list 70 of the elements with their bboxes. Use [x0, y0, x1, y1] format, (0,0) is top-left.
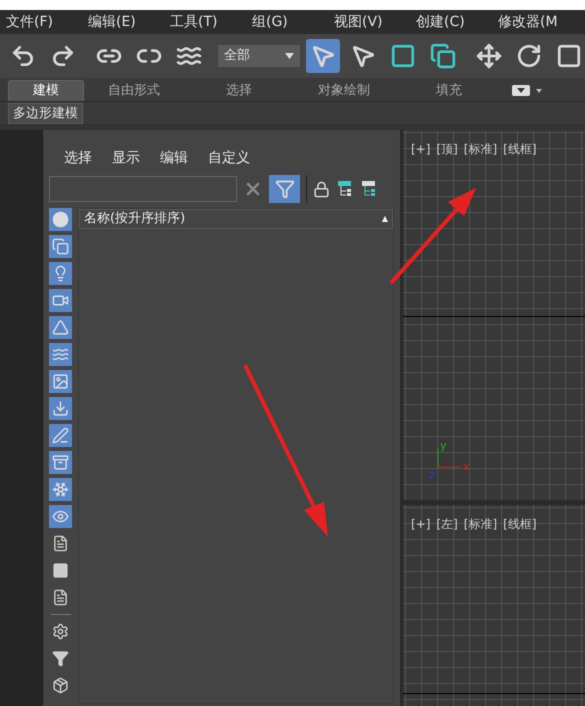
rotate-icon	[516, 43, 542, 69]
document-icon	[52, 535, 69, 552]
viewport-label[interactable]: [左]	[436, 515, 458, 533]
explorer-menu-item[interactable]: 显示	[112, 148, 140, 169]
download-icon	[52, 400, 69, 417]
filter-button[interactable]	[49, 424, 72, 447]
menu-item[interactable]: 编辑(E)	[88, 12, 170, 32]
viewport-label[interactable]: [+]	[411, 515, 430, 533]
sort-indicator: ▲	[382, 213, 388, 225]
viewport-label[interactable]: [线框]	[503, 140, 537, 158]
filter-button[interactable]	[49, 235, 72, 258]
filter-button[interactable]	[49, 289, 72, 312]
move-icon	[476, 43, 502, 69]
filter-button[interactable]	[49, 262, 72, 285]
explorer-menu-item[interactable]: 编辑	[160, 148, 188, 169]
ribbon-tab[interactable]: 建模	[8, 80, 84, 101]
filter-button[interactable]	[49, 343, 72, 366]
filter-button[interactable]	[49, 505, 72, 528]
square-icon	[52, 562, 69, 579]
column-title: 名称(按升序排序)	[84, 210, 186, 228]
filter-button[interactable]	[49, 397, 72, 420]
filter-button[interactable]	[49, 370, 72, 393]
sphere-icon	[52, 211, 69, 228]
ribbon-tab[interactable]: 对象绘制	[294, 80, 394, 101]
search-field[interactable]	[49, 176, 237, 202]
menu-item[interactable]: 工具(T)	[170, 12, 252, 32]
explorer-menu-item[interactable]: 选择	[64, 148, 92, 169]
box-icon	[52, 454, 69, 471]
viewport[interactable]: [+] [左] [标准] [线框]	[403, 505, 585, 706]
filter-toggle-button[interactable]	[269, 175, 300, 203]
waves-icon	[52, 346, 69, 363]
redo-icon	[50, 43, 76, 69]
axis-label: y	[440, 440, 447, 451]
sub-tab[interactable]: 多边形建模	[8, 102, 83, 124]
axis-label: x	[463, 461, 470, 472]
undo-icon	[10, 43, 36, 69]
menu-item[interactable]: 视图(V)	[334, 12, 416, 32]
viewport-label[interactable]: [标准]	[464, 515, 498, 533]
container-icon	[52, 677, 69, 694]
hierarchy-icon[interactable]	[336, 180, 354, 198]
shapes-icon	[52, 238, 69, 255]
viewport-label[interactable]: [线框]	[503, 515, 537, 533]
ribbon-tab[interactable]: 自由形式	[84, 80, 184, 101]
caret-icon	[285, 53, 294, 59]
eye-icon	[52, 508, 69, 525]
ribbon-tab[interactable]: 填充	[412, 80, 486, 101]
filter-button[interactable]	[49, 478, 72, 501]
menu-item[interactable]: 文件(F)	[6, 12, 88, 32]
dropdown-icon[interactable]	[512, 85, 542, 96]
explorer-menu-item[interactable]: 自定义	[208, 148, 250, 169]
column-header[interactable]: 名称(按升序排序) ▲	[79, 209, 393, 229]
filter-icon	[274, 179, 294, 199]
snowflake-icon	[52, 481, 69, 498]
filter-button[interactable]	[49, 451, 72, 474]
document-outline-icon	[52, 589, 69, 606]
filter-icon	[52, 650, 69, 667]
menu-item[interactable]: 组(G)	[252, 12, 334, 32]
lock-icon[interactable]	[313, 180, 330, 198]
axis-label: z	[429, 469, 435, 480]
viewport-label[interactable]: [顶]	[436, 140, 458, 158]
menu-item[interactable]: 创建(C)	[416, 12, 498, 32]
filter-button[interactable]	[49, 208, 72, 231]
filter-button[interactable]	[49, 316, 72, 339]
menu-item[interactable]: 修改器(M	[498, 12, 580, 32]
viewport-label[interactable]: [+]	[411, 140, 430, 158]
ribbon-tab[interactable]: 选择	[202, 80, 276, 101]
viewport[interactable]: [+] [顶] [标准] [线框] y z x	[403, 130, 585, 500]
selection-filter-dropdown[interactable]: 全部	[218, 45, 300, 67]
viewport-label[interactable]: [标准]	[464, 140, 498, 158]
hierarchy-icon[interactable]	[360, 180, 378, 198]
